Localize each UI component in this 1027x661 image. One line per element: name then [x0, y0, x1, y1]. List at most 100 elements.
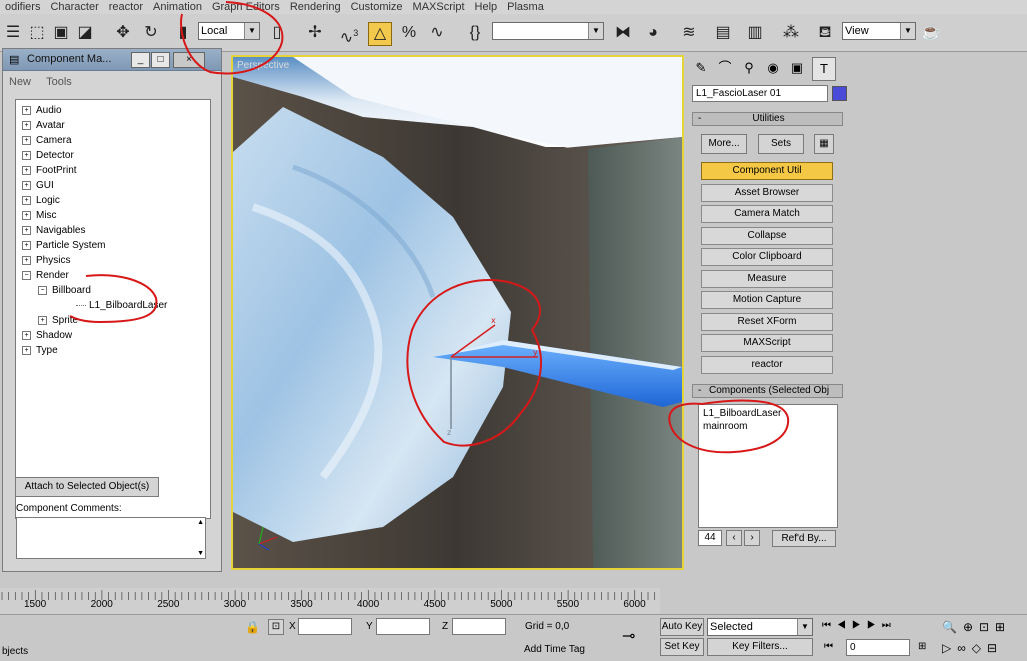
expand-icon[interactable]: + [22, 150, 31, 160]
menu-item[interactable]: Plasma [502, 0, 549, 14]
expand-icon[interactable]: + [22, 105, 31, 115]
next-icon[interactable]: › [744, 530, 760, 546]
utility-button[interactable]: Component Util [701, 162, 833, 180]
absolute-mode-icon[interactable]: ⊡ [268, 619, 284, 635]
pivot-center-icon[interactable]: ▯ [266, 22, 288, 44]
reference-coordinate-select[interactable]: Local ▼ [198, 22, 260, 40]
playback-controls-icon[interactable]: ⏮◀▶▶⏭ [822, 620, 897, 631]
schematic-view-icon[interactable]: ▥ [744, 22, 766, 44]
expand-icon[interactable]: + [22, 240, 31, 250]
expand-icon[interactable]: + [22, 255, 31, 265]
key-mode-toggle-icon[interactable]: ⏮ [824, 641, 833, 652]
viewport-nav-icons-2[interactable]: ▷∞◇⊟ [942, 641, 1003, 655]
configure-sets-icon[interactable]: ▦ [814, 134, 834, 154]
close-icon[interactable]: × [173, 52, 205, 68]
object-color-swatch[interactable] [832, 86, 847, 101]
track-bar[interactable]: 1500 2000 2500 3000 3500 4000 4500 5000 5500 6000 [0, 588, 660, 614]
auto-key-button[interactable]: Auto Key [660, 618, 704, 636]
expand-icon[interactable]: + [22, 180, 31, 190]
collapse-icon[interactable]: − [22, 270, 31, 280]
move-icon[interactable]: ✥ [112, 22, 134, 44]
z-coordinate-input[interactable] [452, 618, 506, 635]
tree-node[interactable]: + Avatar [22, 119, 65, 133]
key-mode-select[interactable]: Selected ▼ [707, 618, 813, 636]
x-coordinate-input[interactable] [298, 618, 352, 635]
display-tab-icon[interactable]: ▣ [786, 57, 808, 79]
material-editor-icon[interactable]: ⁂ [780, 22, 802, 44]
tree-node[interactable]: + Logic [22, 194, 60, 208]
sets-button[interactable]: Sets [758, 134, 804, 154]
menu-tools[interactable]: Tools [40, 74, 78, 90]
snap-toggle-icon[interactable]: ∿3 [338, 22, 360, 46]
expand-icon[interactable]: + [22, 195, 31, 205]
refd-by-button[interactable]: Ref'd By... [772, 530, 836, 547]
menu-item[interactable]: reactor [104, 0, 148, 14]
tree-node[interactable]: + Navigables [22, 224, 85, 238]
collapse-icon[interactable]: − [38, 285, 47, 295]
minimize-icon[interactable]: _ [131, 52, 150, 68]
render-type-select[interactable]: View ▼ [842, 22, 916, 40]
align-icon[interactable]: ◕ [642, 22, 664, 44]
key-filters-button[interactable]: Key Filters... [707, 638, 813, 656]
current-frame-input[interactable]: 0 [846, 639, 910, 656]
spinner-snap-icon[interactable]: ∿ [426, 22, 448, 44]
components-list[interactable]: L1_BilboardLaser mainroom [698, 404, 838, 528]
named-selection-select[interactable]: ▼ [492, 22, 604, 40]
edit-named-selection-icon[interactable]: {} [464, 22, 486, 44]
viewport-nav-icons[interactable]: 🔍⊕⊡⊞ [942, 620, 1011, 634]
add-time-tag-button[interactable]: Add Time Tag [524, 644, 585, 655]
utility-button[interactable]: reactor [701, 355, 833, 374]
tree-node[interactable]: + GUI [22, 179, 54, 193]
motion-tab-icon[interactable]: ◉ [762, 57, 784, 79]
set-key-icon[interactable]: ⊸ [622, 626, 635, 646]
tree-node[interactable]: + Particle System [22, 239, 105, 253]
utility-button[interactable]: Camera Match [701, 205, 833, 223]
menu-item[interactable]: Customize [346, 0, 408, 14]
utility-button[interactable]: Measure [701, 269, 833, 288]
tree-node[interactable]: + Physics [22, 254, 70, 268]
scale-icon[interactable]: ▮ [172, 22, 194, 44]
tree-node[interactable]: + Sprite [38, 314, 78, 328]
expand-icon[interactable]: + [22, 165, 31, 175]
utility-button[interactable]: Motion Capture [701, 291, 833, 309]
hierarchy-tab-icon[interactable]: ⚲ [738, 57, 760, 79]
modify-tab-icon[interactable]: ⌒ [714, 57, 736, 79]
select-region-icon[interactable]: ⬚ [26, 22, 48, 44]
mirror-icon[interactable]: ⧓ [612, 22, 634, 44]
lock-icon[interactable]: 🔒 [245, 620, 260, 634]
percent-snap-icon[interactable]: % [398, 22, 420, 44]
maximize-icon[interactable]: □ [151, 52, 170, 68]
tree-node[interactable]: − Render [22, 269, 69, 283]
perspective-viewport[interactable]: y x z Perspective [231, 55, 684, 570]
curve-editor-icon[interactable]: ▤ [712, 22, 734, 44]
scroll-down-icon[interactable]: ▼ [197, 550, 204, 557]
tree-node[interactable]: + Audio [22, 104, 62, 118]
object-name-field[interactable]: L1_FascioLaser 01 [692, 85, 828, 102]
menu-new[interactable]: New [3, 74, 37, 90]
expand-icon[interactable]: + [22, 330, 31, 340]
component-comments-input[interactable]: ▲ ▼ [16, 517, 206, 559]
tree-node[interactable]: − Billboard [38, 284, 91, 298]
menu-item[interactable]: Rendering [285, 0, 346, 14]
expand-icon[interactable]: + [22, 345, 31, 355]
utility-button[interactable]: Collapse [701, 226, 833, 245]
window-crossing-icon[interactable]: ▣ [50, 22, 72, 44]
expand-icon[interactable]: + [38, 315, 47, 325]
angle-snap-icon[interactable]: △ [368, 22, 392, 46]
expand-icon[interactable]: + [22, 210, 31, 220]
layer-manager-icon[interactable]: ≋ [678, 22, 700, 44]
tree-node[interactable]: + FootPrint [22, 164, 77, 178]
create-tab-icon[interactable]: ✎ [690, 57, 712, 79]
tree-node[interactable]: + Misc [22, 209, 57, 223]
viewport-label[interactable]: Perspective [237, 60, 289, 71]
select-manipulate-icon[interactable]: ✢ [304, 22, 326, 44]
menu-item[interactable]: Graph Editors [207, 0, 285, 14]
utility-button[interactable]: Asset Browser [701, 183, 833, 202]
attach-to-selected-button[interactable]: Attach to Selected Object(s) [15, 477, 159, 497]
menu-item[interactable]: Animation [148, 0, 207, 14]
y-coordinate-input[interactable] [376, 618, 430, 635]
tree-node[interactable]: L1_BilboardLaser [76, 299, 167, 313]
expand-icon[interactable]: + [22, 135, 31, 145]
rotate-icon[interactable]: ↻ [140, 22, 162, 44]
component-tree[interactable]: + Audio + Avatar + Camera + Detector + FootPrint +… [15, 99, 211, 519]
